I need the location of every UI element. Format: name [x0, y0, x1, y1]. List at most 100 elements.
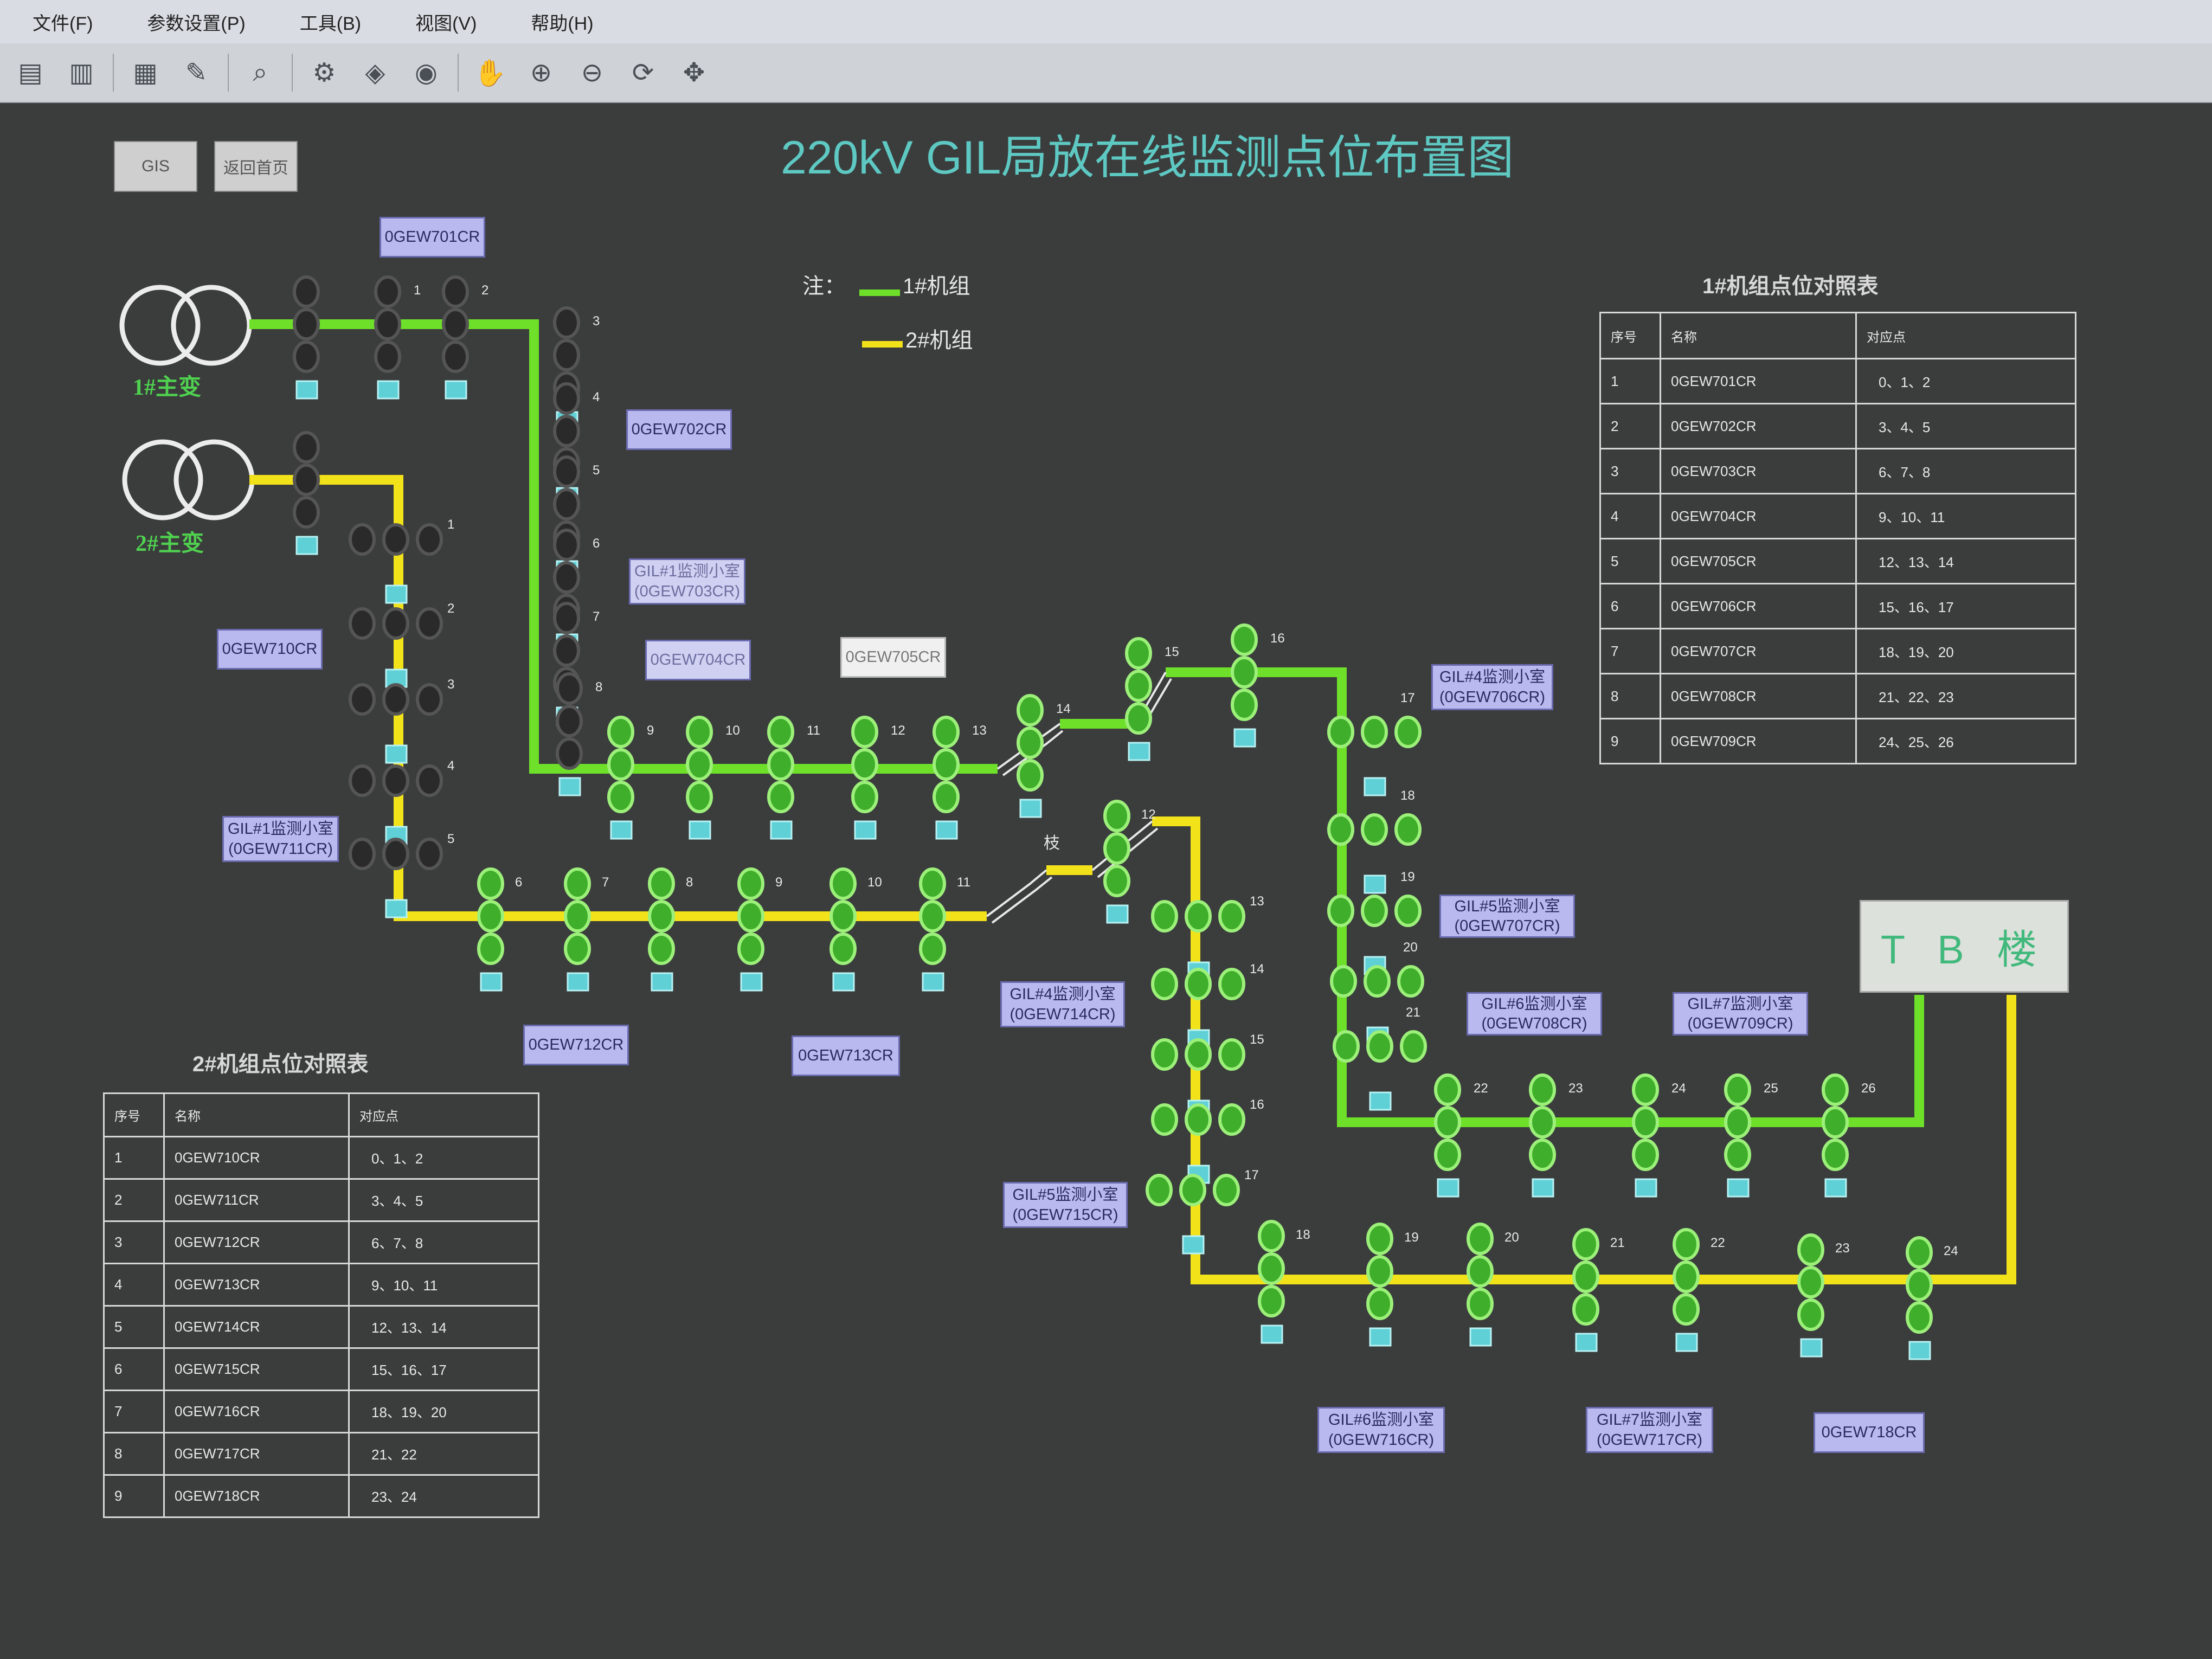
sensor-node [553, 306, 580, 339]
device-0gew704cr[interactable]: 0GEW704CR [645, 640, 751, 680]
unit1-point-number: 23 [1568, 1081, 1583, 1096]
row-index: 7 [1599, 628, 1661, 674]
table-row: 6 0GEW706CR 15、16、17 [1599, 583, 2076, 629]
sensor-node [1218, 968, 1245, 1000]
device-0gew711cr[interactable]: GIL#1监测小室 (0GEW711CR) [222, 816, 339, 862]
sensor-node [1330, 965, 1357, 998]
sensor-node [1434, 1073, 1461, 1106]
device-0gew717cr[interactable]: GIL#7监测小室 (0GEW717CR) [1586, 1407, 1713, 1453]
row-index: 6 [103, 1347, 165, 1391]
device-0gew703cr[interactable]: GIL#1监测小室 (0GEW703CR) [629, 558, 745, 605]
row-device-name: 0GEW715CR [163, 1347, 350, 1391]
sensor-node [829, 933, 857, 965]
sensor-node [416, 607, 443, 640]
device-0gew711cr-room: GIL#1监测小室 [228, 820, 333, 838]
sensor-node [1394, 813, 1422, 846]
sensor-node [1822, 1073, 1849, 1106]
table-row: 4 0GEW704CR 9、10、11 [1599, 493, 2076, 539]
row-index: 8 [1599, 673, 1661, 719]
sensor-node [1103, 832, 1130, 865]
sensor-node [607, 716, 634, 748]
sensor-node [1724, 1106, 1751, 1139]
table-row: 9 0GEW718CR 23、24 [103, 1474, 539, 1518]
sensor-node [1231, 689, 1258, 721]
sensor-node [293, 340, 320, 373]
row-points: 0、1、2 [348, 1136, 539, 1180]
sensor-node [1327, 716, 1354, 748]
device-0gew717cr-code: (0GEW717CR) [1597, 1431, 1702, 1449]
legend-prefix: 注： [802, 274, 846, 298]
sensor-node [1151, 1038, 1178, 1071]
sensor-node [1366, 1223, 1393, 1255]
sensor-node [374, 340, 401, 373]
unit2-point-number: 22 [1711, 1236, 1725, 1250]
row-device-name: 0GEW716CR [163, 1390, 350, 1433]
sensor-terminal-icon [385, 584, 408, 604]
sensor-terminal-icon [922, 972, 944, 992]
sensor-node [374, 308, 401, 340]
row-points: 9、10、11 [348, 1263, 539, 1307]
unit1-point-number: 25 [1764, 1081, 1778, 1096]
device-0gew716cr[interactable]: GIL#6监测小室 (0GEW716CR) [1317, 1407, 1445, 1453]
row-index: 6 [1599, 583, 1661, 629]
sensor-terminal-icon [1532, 1178, 1554, 1198]
device-0gew709cr-room: GIL#7监测小室 [1687, 995, 1793, 1013]
sensor-node [737, 933, 764, 965]
tb-building[interactable]: T B 楼 [1860, 900, 2069, 993]
device-0gew708cr[interactable]: GIL#6监测小室 (0GEW708CR) [1467, 992, 1602, 1036]
device-0gew709cr[interactable]: GIL#7监测小室 (0GEW709CR) [1673, 992, 1808, 1036]
table1-header-index: 序号 [1599, 312, 1661, 359]
device-0gew701cr[interactable]: 0GEW701CR [380, 217, 485, 258]
unit2-point-number: 15 [1250, 1032, 1264, 1047]
row-points: 0、1、2 [1855, 358, 2076, 404]
unit2-point-number: 8 [686, 875, 693, 890]
device-0gew706cr[interactable]: GIL#4监测小室 (0GEW706CR) [1431, 664, 1553, 710]
row-device-name: 0GEW712CR [163, 1220, 350, 1264]
sensor-terminal-icon [1364, 777, 1386, 796]
sensor-terminal-icon [740, 972, 763, 992]
unit1-point-number: 7 [593, 609, 600, 624]
sensor-terminal-icon [480, 972, 503, 992]
sensor-node [829, 900, 857, 933]
table-row: 5 0GEW714CR 12、13、14 [103, 1305, 539, 1349]
table1-title: 1#机组点位对照表 [1702, 274, 1879, 298]
sensor-node [851, 748, 878, 781]
sensor-node [1179, 1174, 1206, 1206]
row-points: 15、16、17 [1855, 583, 2076, 629]
sensor-node [1231, 656, 1258, 689]
table-row: 7 0GEW707CR 18、19、20 [1599, 628, 2076, 674]
device-0gew713cr[interactable]: 0GEW713CR [792, 1036, 900, 1076]
sensor-node [442, 308, 469, 340]
device-0gew714cr[interactable]: GIL#4监测小室 (0GEW714CR) [1000, 981, 1125, 1027]
device-0gew717cr-room: GIL#7监测小室 [1597, 1411, 1702, 1429]
sensor-node [1017, 694, 1044, 726]
sensor-node [416, 764, 443, 797]
table2-header-name: 名称 [163, 1092, 350, 1137]
sensor-node [1529, 1106, 1556, 1139]
sensor-terminal-icon [1106, 904, 1129, 924]
device-0gew702cr[interactable]: 0GEW702CR [626, 409, 732, 450]
device-0gew712cr[interactable]: 0GEW712CR [523, 1025, 629, 1065]
unit2-point-number: 23 [1835, 1241, 1850, 1256]
sensor-terminal-icon [1364, 874, 1386, 894]
sensor-node [477, 900, 504, 933]
unit2-point-number: 12 [1141, 807, 1156, 822]
sensor-terminal-icon [1575, 1333, 1598, 1352]
row-device-name: 0GEW709CR [1660, 718, 1857, 764]
unit2-point-number: 24 [1944, 1244, 1958, 1258]
sensor-node [416, 683, 443, 716]
row-device-name: 0GEW710CR [163, 1136, 350, 1180]
sensor-node [1185, 1103, 1212, 1136]
sensor-node [1017, 726, 1044, 759]
device-0gew710cr[interactable]: 0GEW710CR [217, 629, 323, 670]
device-0gew714cr-code: (0GEW714CR) [1009, 1005, 1116, 1023]
device-0gew706cr-code: (0GEW706CR) [1439, 688, 1545, 706]
device-0gew718cr[interactable]: 0GEW718CR [1814, 1412, 1925, 1453]
device-0gew707cr[interactable]: GIL#5监测小室 (0GEW707CR) [1439, 895, 1575, 938]
device-0gew705cr[interactable]: 0GEW705CR [840, 637, 946, 678]
sensor-node [382, 607, 409, 640]
device-0gew715cr[interactable]: GIL#5监测小室 (0GEW715CR) [1003, 1182, 1128, 1228]
unit1-point-number: 6 [593, 536, 600, 551]
row-index: 2 [1599, 403, 1661, 449]
device-0gew714cr-room: GIL#4监测小室 [1009, 986, 1116, 1004]
